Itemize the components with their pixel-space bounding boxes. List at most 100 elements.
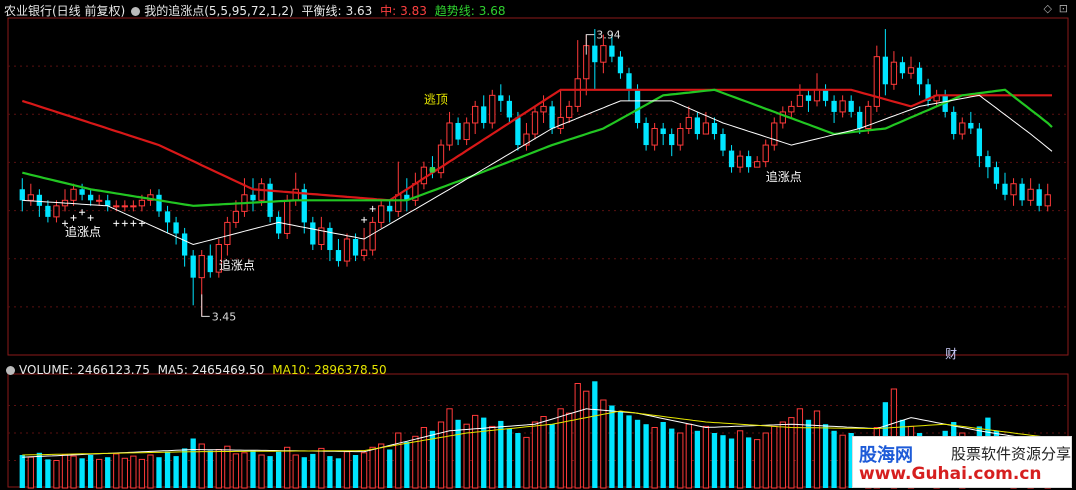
volume-bar-down bbox=[190, 438, 196, 488]
volume-bar-up bbox=[360, 452, 368, 489]
chart-canvas: 3.943.45逃顶追涨点追涨点追涨点财 bbox=[0, 0, 1076, 490]
candle-body-down bbox=[498, 95, 504, 101]
candle-body-down bbox=[968, 122, 974, 129]
volume-bar-down bbox=[105, 457, 111, 488]
candle-body-up bbox=[771, 122, 778, 146]
volume-bar-up bbox=[147, 454, 154, 489]
candle-body-down bbox=[455, 122, 461, 140]
candle-body-down bbox=[617, 56, 624, 74]
high-price-label: 3.94 bbox=[596, 29, 621, 42]
candle-body-up bbox=[1027, 188, 1034, 201]
volume-bar-up bbox=[412, 435, 419, 489]
volume-bar-up bbox=[531, 421, 539, 489]
ma10-label: MA10: bbox=[272, 363, 311, 377]
volume-bar-down bbox=[831, 430, 837, 488]
candle-body-down bbox=[720, 134, 726, 151]
escape-top-label: 逃顶 bbox=[424, 93, 448, 107]
candle-body-up bbox=[959, 122, 966, 135]
volume-bar-down bbox=[515, 433, 521, 488]
volume-bar-up bbox=[258, 454, 265, 489]
candle-body-down bbox=[985, 156, 991, 168]
volume-bar-up bbox=[395, 432, 402, 489]
candle-body-up bbox=[839, 100, 846, 113]
candle-body-down bbox=[660, 128, 666, 135]
candle-body-down bbox=[267, 183, 273, 217]
candle-body-down bbox=[275, 216, 282, 234]
candle-body-up bbox=[890, 61, 898, 85]
candle-body-down bbox=[36, 194, 43, 206]
volume-settings-dot-icon[interactable] bbox=[6, 366, 15, 375]
volume-bar-up bbox=[224, 445, 231, 489]
candle-body-down bbox=[105, 200, 111, 206]
candle-body-down bbox=[79, 189, 85, 195]
candle-body-down bbox=[669, 134, 675, 146]
chase-point-label: 追涨点 bbox=[65, 224, 101, 239]
candle-body-up bbox=[736, 155, 744, 168]
volume-bar-up bbox=[839, 434, 846, 489]
volume-bar-down bbox=[156, 457, 162, 488]
settings-dot-icon[interactable] bbox=[131, 7, 141, 16]
volume-bar-down bbox=[822, 424, 829, 488]
candle-body-up bbox=[232, 210, 240, 223]
volume-bar-up bbox=[540, 416, 547, 489]
candle-body-down bbox=[156, 194, 162, 212]
volume-bar-down bbox=[164, 451, 171, 488]
volume-bar-up bbox=[583, 390, 590, 489]
volume-bar-up bbox=[284, 446, 291, 489]
candle-body-up bbox=[446, 122, 453, 146]
candle-body-down bbox=[857, 111, 863, 129]
candle-body-up bbox=[130, 205, 137, 208]
volume-bar-up bbox=[736, 430, 744, 489]
indicator-title[interactable]: 我的追涨点(5,5,95,72,1,2) bbox=[144, 4, 294, 18]
candle-body-up bbox=[420, 166, 428, 185]
volume-bar-down bbox=[301, 457, 307, 488]
candle-body-down bbox=[335, 250, 342, 262]
restore-icon[interactable]: ⊡ bbox=[1059, 2, 1068, 15]
candle-body-down bbox=[87, 194, 94, 201]
volume-bar-down bbox=[250, 450, 256, 488]
candle-body-up bbox=[873, 56, 880, 107]
volume-bar-up bbox=[685, 423, 692, 489]
volume-bar-down bbox=[267, 456, 273, 488]
volume-bar-down bbox=[592, 381, 598, 488]
candle-body-up bbox=[907, 67, 915, 74]
candle-body-up bbox=[685, 116, 692, 129]
candle-body-up bbox=[27, 194, 34, 201]
volume-bar-up bbox=[779, 421, 786, 489]
candle-body-down bbox=[609, 45, 615, 57]
candle-body-up bbox=[557, 116, 564, 129]
candle-body-up bbox=[1010, 183, 1017, 196]
mid-label: 中: bbox=[380, 4, 397, 18]
volume-bar-down bbox=[387, 449, 393, 488]
candle-body-up bbox=[53, 205, 60, 218]
volume-bar-down bbox=[207, 450, 213, 488]
low-price-label: 3.45 bbox=[212, 310, 237, 323]
volume-bar-up bbox=[557, 408, 564, 489]
candle-body-up bbox=[96, 199, 103, 202]
candle-body-up bbox=[463, 122, 470, 141]
diamond-icon[interactable]: ◇ bbox=[1044, 2, 1052, 15]
candle-body-down bbox=[481, 106, 487, 123]
volume-bar-up bbox=[677, 432, 684, 489]
volume-bar-down bbox=[506, 428, 513, 488]
candle-body-down bbox=[1036, 189, 1042, 206]
candle-body-up bbox=[224, 221, 231, 246]
volume-bar-up bbox=[523, 436, 530, 489]
volume-bar-up bbox=[369, 446, 376, 489]
candle-body-up bbox=[600, 45, 607, 63]
watermark-slogan: 股票软件资源分享 bbox=[951, 445, 1072, 463]
candle-body-up bbox=[540, 105, 547, 113]
stock-title[interactable]: 农业银行(日线 前复权) bbox=[4, 4, 125, 18]
volume-bar-up bbox=[788, 417, 795, 489]
candle-body-down bbox=[882, 56, 889, 85]
candle-body-down bbox=[549, 106, 555, 129]
volume-bar-up bbox=[651, 427, 658, 489]
ma5-value: 2465469.50 bbox=[191, 363, 265, 377]
mid-value: 3.83 bbox=[400, 4, 427, 18]
candle-body-down bbox=[181, 233, 188, 256]
candle-body-down bbox=[976, 128, 983, 157]
volume-bar-up bbox=[343, 451, 351, 489]
candle-body-up bbox=[574, 78, 581, 107]
volume-bar-up bbox=[600, 399, 607, 489]
volume-label: VOLUME: bbox=[19, 363, 74, 377]
